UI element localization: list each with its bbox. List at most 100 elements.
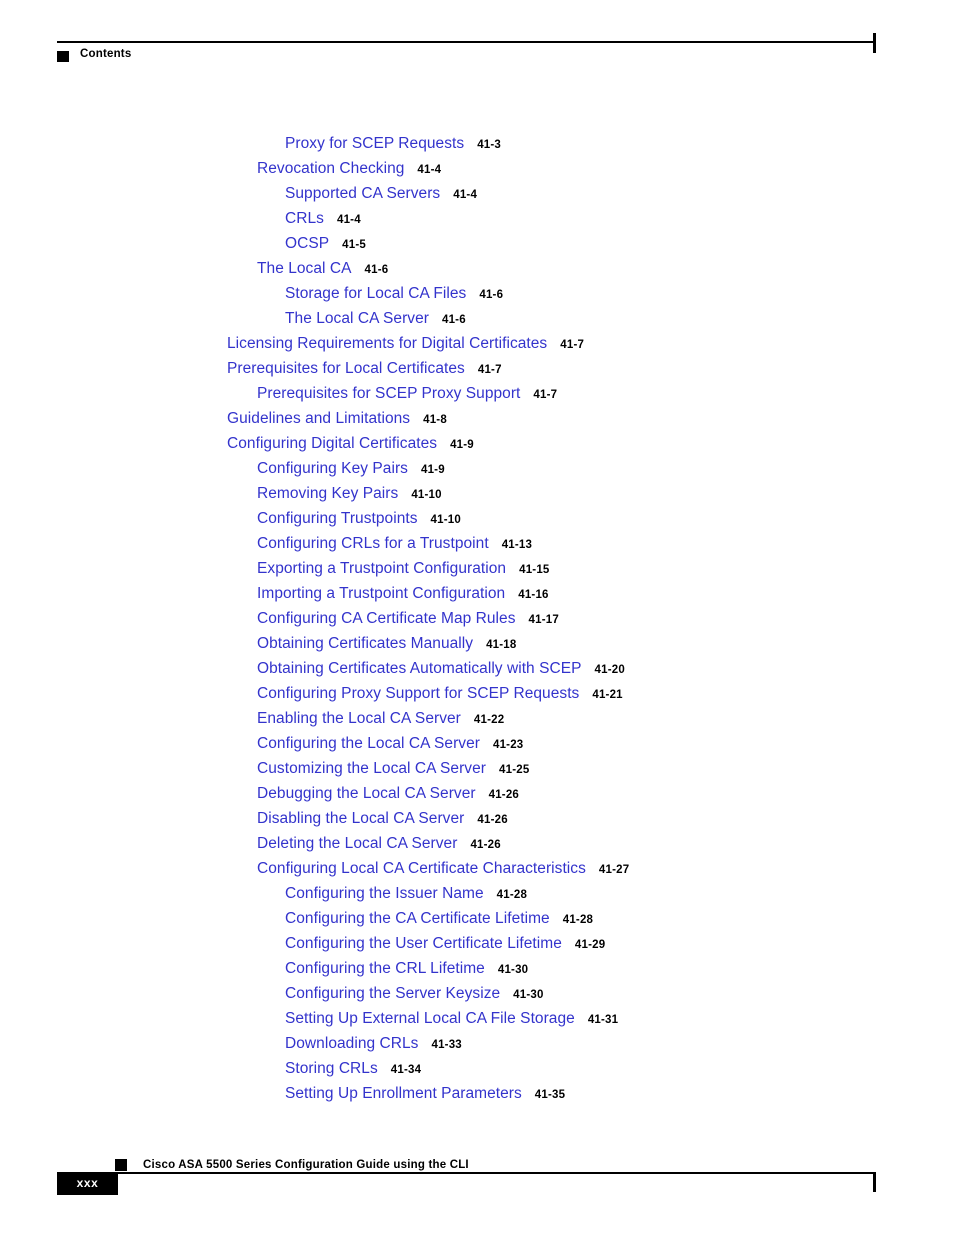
toc-entry-link[interactable]: Storage for Local CA Files [285,281,466,306]
toc-entry-link[interactable]: Obtaining Certificates Manually [257,631,473,656]
toc-entry-link[interactable]: Configuring Local CA Certificate Charact… [257,856,586,881]
toc-entry[interactable]: Configuring the Server Keysize 41-30 [0,981,954,1006]
toc-entry[interactable]: Configuring Proxy Support for SCEP Reque… [0,681,954,706]
toc-entry-link[interactable]: Enabling the Local CA Server [257,706,461,731]
toc-entry-link[interactable]: Setting Up External Local CA File Storag… [285,1006,575,1031]
toc-entry[interactable]: Setting Up Enrollment Parameters 41-35 [0,1081,954,1106]
toc-entry[interactable]: Configuring CRLs for a Trustpoint 41-13 [0,531,954,556]
toc-entry-link[interactable]: Configuring CA Certificate Map Rules [257,606,516,631]
toc-entry-page-number: 41-9 [420,464,445,476]
toc-entry[interactable]: Guidelines and Limitations 41-8 [0,406,954,431]
toc-entry-page-number: 41-3 [477,139,502,151]
toc-entry-link[interactable]: Prerequisites for Local Certificates [227,356,465,381]
toc-entry-link[interactable]: Configuring the Server Keysize [285,981,500,1006]
toc-entry[interactable]: Revocation Checking 41-4 [0,156,954,181]
toc-entry-link[interactable]: Removing Key Pairs [257,481,398,506]
toc-entry-link[interactable]: Downloading CRLs [285,1031,418,1056]
toc-entry-page-number: 41-5 [342,239,366,251]
toc-entry[interactable]: Configuring Key Pairs 41-9 [0,456,954,481]
toc-entry-link[interactable]: Configuring the CRL Lifetime [285,956,485,981]
toc-entry[interactable]: Obtaining Certificates Manually 41-18 [0,631,954,656]
toc-entry-link[interactable]: Guidelines and Limitations [227,406,410,431]
toc-entry-link[interactable]: Revocation Checking [257,156,404,181]
page-number: xxx [76,1176,99,1190]
header-divider-rule [57,41,875,43]
toc-entry[interactable]: Exporting a Trustpoint Configuration 41-1… [0,556,954,581]
toc-entry-link[interactable]: Setting Up Enrollment Parameters [285,1081,522,1106]
toc-entry-link[interactable]: Configuring Proxy Support for SCEP Reque… [257,681,579,706]
toc-entry-page-number: 41-26 [470,839,501,851]
toc-entry-link[interactable]: Obtaining Certificates Automatically wit… [257,656,582,681]
toc-entry[interactable]: The Local CA Server 41-6 [0,306,954,331]
toc-entry-page-number: 41-4 [336,214,361,226]
toc-entry[interactable]: Debugging the Local CA Server 41-26 [0,781,954,806]
toc-entry[interactable]: CRLs 41-4 [0,206,954,231]
toc-entry-link[interactable]: Storing CRLs [285,1056,378,1081]
toc-entry[interactable]: Configuring the CRL Lifetime 41-30 [0,956,954,981]
toc-entry[interactable]: Configuring the CA Certificate Lifetime 4… [0,906,954,931]
toc-entry[interactable]: The Local CA 41-6 [0,256,954,281]
toc-entry-page-number: 41-23 [492,739,524,751]
toc-entry-page-number: 41-7 [477,364,502,376]
toc-entry[interactable]: Storage for Local CA Files 41-6 [0,281,954,306]
toc-entry-link[interactable]: Importing a Trustpoint Configuration [257,581,505,606]
toc-entry[interactable]: Enabling the Local CA Server 41-22 [0,706,954,731]
toc-entry-link[interactable]: Configuring the CA Certificate Lifetime [285,906,550,931]
toc-entry[interactable]: Importing a Trustpoint Configuration 41-1… [0,581,954,606]
toc-entry-link[interactable]: Deleting the Local CA Server [257,831,457,856]
toc-entry-link[interactable]: Supported CA Servers [285,181,440,206]
toc-entry-link[interactable]: Configuring CRLs for a Trustpoint [257,531,489,556]
toc-entry-page-number: 41-26 [477,814,508,826]
toc-entry[interactable]: Prerequisites for SCEP Proxy Support 41-7 [0,381,954,406]
toc-entry-page-number: 41-21 [592,689,623,701]
toc-entry[interactable]: Customizing the Local CA Server 41-25 [0,756,954,781]
toc-entry[interactable]: Removing Key Pairs 41-10 [0,481,954,506]
toc-entry[interactable]: Proxy for SCEP Requests 41-3 [0,131,954,156]
toc-entry-page-number: 41-18 [486,639,517,651]
toc-entry-page-number: 41-10 [411,489,442,501]
toc-entry-page-number: 41-4 [417,164,442,176]
toc-entry[interactable]: Obtaining Certificates Automatically wit… [0,656,954,681]
toc-entry[interactable]: Deleting the Local CA Server 41-26 [0,831,954,856]
toc-entry[interactable]: Licensing Requirements for Digital Certi… [0,331,954,356]
toc-entry[interactable]: Downloading CRLs 41-33 [0,1031,954,1056]
toc-entry-link[interactable]: Disabling the Local CA Server [257,806,464,831]
toc-entry-link[interactable]: Licensing Requirements for Digital Certi… [227,331,547,356]
toc-entry-link[interactable]: OCSP [285,231,329,256]
toc-entry-link[interactable]: Configuring Digital Certificates [227,431,437,456]
toc-entry-link[interactable]: Configuring the User Certificate Lifetim… [285,931,562,956]
toc-entry[interactable]: Supported CA Servers 41-4 [0,181,954,206]
toc-entry[interactable]: Configuring Local CA Certificate Charact… [0,856,954,881]
toc-entry-link[interactable]: The Local CA Server [285,306,429,331]
toc-entry[interactable]: Configuring the Issuer Name 41-28 [0,881,954,906]
toc-entry-page-number: 41-30 [513,989,544,1001]
toc-entry[interactable]: Setting Up External Local CA File Storag… [0,1006,954,1031]
toc-entry[interactable]: OCSP 41-5 [0,231,954,256]
toc-entry-link[interactable]: Configuring the Issuer Name [285,881,484,906]
toc-entry-page-number: 41-22 [473,714,505,726]
toc-entry[interactable]: Disabling the Local CA Server 41-26 [0,806,954,831]
toc-entry[interactable]: Prerequisites for Local Certificates 41-7 [0,356,954,381]
toc-entry[interactable]: Configuring the Local CA Server 41-23 [0,731,954,756]
toc-entry-page-number: 41-6 [479,289,504,301]
toc-entry-link[interactable]: Customizing the Local CA Server [257,756,486,781]
toc-entry-link[interactable]: CRLs [285,206,324,231]
toc-entry-link[interactable]: Prerequisites for SCEP Proxy Support [257,381,520,406]
toc-entry-link[interactable]: Configuring Trustpoints [257,506,418,531]
toc-entry-link[interactable]: Debugging the Local CA Server [257,781,476,806]
toc-entry[interactable]: Configuring Trustpoints 41-10 [0,506,954,531]
toc-entry[interactable]: Configuring CA Certificate Map Rules 41-1… [0,606,954,631]
toc-entry-link[interactable]: Configuring Key Pairs [257,456,408,481]
toc-entry[interactable]: Configuring the User Certificate Lifetim… [0,931,954,956]
toc-entry-page-number: 41-26 [488,789,520,801]
toc-entry-link[interactable]: Configuring the Local CA Server [257,731,480,756]
toc-entry-link[interactable]: The Local CA [257,256,352,281]
toc-entry-link[interactable]: Exporting a Trustpoint Configuration [257,556,506,581]
book-title: Cisco ASA 5500 Series Configuration Guid… [143,1159,469,1171]
toc-entry[interactable]: Storing CRLs 41-34 [0,1056,954,1081]
toc-entry-link[interactable]: Proxy for SCEP Requests [285,131,464,156]
toc-entry-page-number: 41-4 [453,189,478,201]
black-square-icon [115,1159,127,1171]
footer-divider-rule [57,1172,875,1174]
toc-entry[interactable]: Configuring Digital Certificates 41-9 [0,431,954,456]
